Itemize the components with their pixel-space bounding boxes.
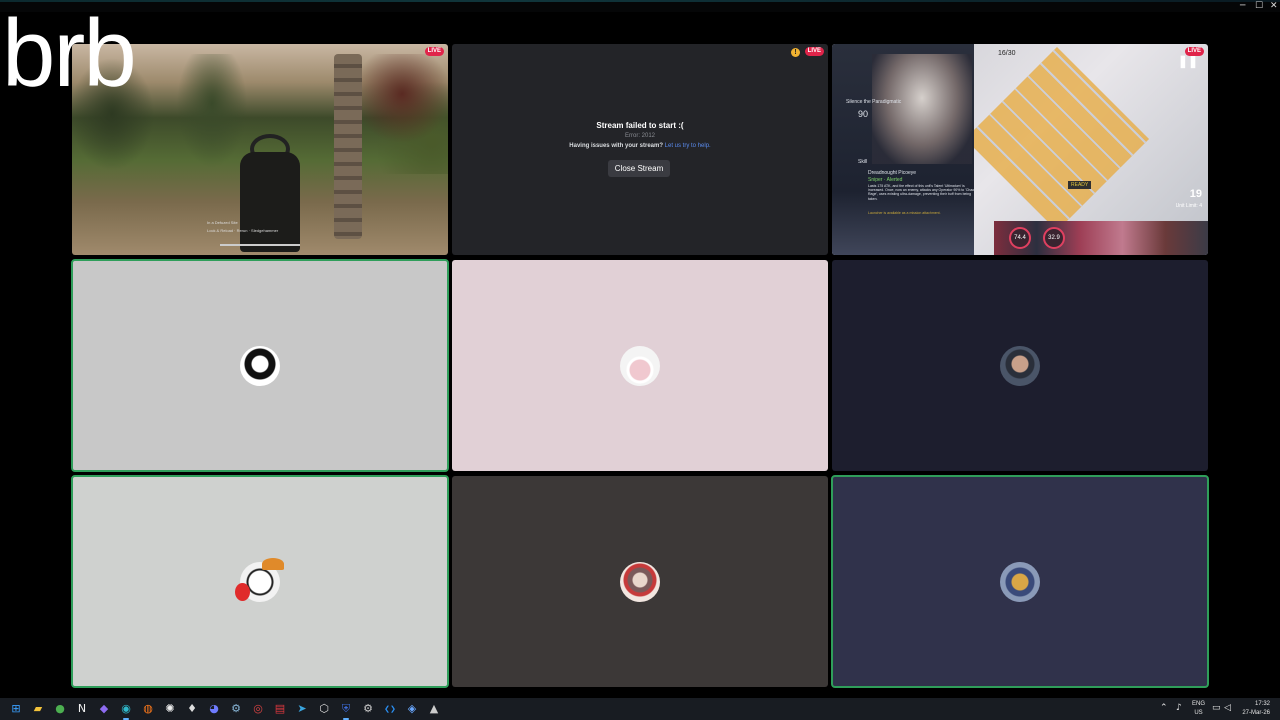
skill-footer-note: Launcher is available as a mission attac… [868,211,941,215]
warning-icon: ! [791,48,800,57]
game-status-line-2: Lock & Reload · Rerun · Sledgehammer [207,228,279,233]
participant-tile[interactable] [831,475,1209,688]
volume-icon[interactable]: ◁ [1224,703,1231,713]
stone-pillar [334,54,362,239]
stream-help-text: Having issues with your stream? [569,143,663,149]
app-red-icon[interactable]: ▤ [272,701,288,717]
avatar [1000,562,1040,602]
pause-icon[interactable]: ❚❚ [1178,54,1198,68]
avatar [620,346,660,386]
unity-icon[interactable]: ⬡ [316,701,332,717]
tray-overflow-icon[interactable]: ⌃ [1160,703,1168,713]
participant-tile[interactable] [71,259,449,472]
skill-label: Skill [858,159,868,165]
region-code: US [1194,710,1203,716]
minimize-icon[interactable]: ─ [1240,1,1245,11]
avatar [620,562,660,602]
wave-counter: 16/30 [998,50,1016,57]
stream-help-link[interactable]: Let us try to help. [665,143,711,149]
operator-level: 90 [858,109,869,119]
stream-error-code: Error: 2012 [624,133,655,139]
avatar-hat [262,558,284,570]
avatar [240,346,280,386]
live-badge: LIVE [804,47,824,56]
bitwarden-icon[interactable]: ⛨ [338,701,354,720]
system-clock[interactable]: 17:32 27-Mar-26 [1242,700,1270,718]
language-indicator[interactable]: ENG US [1192,700,1205,718]
arknights-icon[interactable]: ▲ [426,701,442,717]
obsidian-icon[interactable]: ◆ [96,701,112,717]
unit-limit: Unit Limit: 4 [1175,203,1202,209]
live-badge: LIVE [424,47,444,56]
title-bar-accent [0,0,1280,2]
file-explorer-icon[interactable]: ▰ [30,701,46,717]
telegram-icon[interactable]: ➤ [294,701,310,717]
stage-title: Silence the Paradigmatic [846,99,902,105]
app-blue-icon[interactable]: ◈ [404,701,420,717]
vscode-icon[interactable]: ❮❯ [382,701,398,717]
firefox-icon[interactable]: ◍ [140,701,156,717]
game-board [965,47,1149,231]
network-icon[interactable]: ▭ [1212,703,1221,713]
chrome-icon[interactable]: ● [52,701,68,717]
close-icon[interactable]: ✕ [1270,1,1278,11]
stream-error-title: Stream failed to start :( [596,121,684,130]
ready-label: READY [1068,181,1092,189]
weapon-model [240,152,300,252]
stream-help-line: Having issues with your stream? Let us t… [452,143,828,149]
stream-tile-failed: ! LIVE Stream failed to start :( Error: … [452,44,828,255]
clock-time: 17:32 [1254,701,1270,707]
language-code: ENG [1192,701,1206,707]
skill-description: Lasts 175 ATK, and the effect of this un… [868,184,976,201]
microphone-icon[interactable]: ♪ [1176,703,1182,713]
chatgpt-icon[interactable]: ✺ [162,701,178,717]
discord-icon[interactable]: ◕ [206,701,222,717]
settings-icon[interactable]: ⚙ [360,701,376,717]
timer-b: 32.9 [1043,227,1065,249]
maximize-icon[interactable]: ☐ [1255,1,1263,11]
stream-tile-strategy-game[interactable]: Silence the Paradigmatic 90 Skill Dreadn… [832,44,1208,255]
brb-overlay-text: brb [2,0,137,107]
operator-tags: Sniper · Alerted [868,177,903,183]
vencord-icon[interactable]: ♦ [184,701,200,717]
deploy-cost: 19 [1189,188,1202,200]
participant-tile[interactable] [71,475,449,688]
edge-icon[interactable]: ◉ [118,701,134,720]
participant-tile[interactable] [452,260,828,471]
participant-tile[interactable] [832,260,1208,471]
timer-a: 74.4 [1009,227,1031,249]
windows-start-icon[interactable]: ⊞ [8,701,24,717]
progress-bar [220,244,300,246]
live-badge: LIVE [1184,47,1204,56]
steam-icon[interactable]: ⚙ [228,701,244,717]
chrome-alt-icon[interactable]: ◎ [250,701,266,717]
title-bar: ─ ☐ ✕ [0,0,1280,12]
close-stream-button[interactable]: Close Stream [608,160,670,177]
avatar [1000,346,1040,386]
notion-icon[interactable]: N [74,701,90,717]
operator-art [872,54,972,164]
operator-name: Dreadnought Picoeye [868,170,917,176]
clock-date: 27-Mar-26 [1242,710,1270,716]
participant-tile[interactable] [452,476,828,687]
taskbar: ⊞ ▰ ● N ◆ ◉ ◍ ✺ ♦ ◕ ⚙ ◎ ▤ ➤ ⬡ ⛨ ⚙ ❮❯ ◈ ▲ ⌃ ♪ ENG US ▭ ◁ 17:… [0,698,1280,720]
game-status-line-1: In a Defuzed Site [207,220,238,225]
avatar-balloon [235,583,250,601]
